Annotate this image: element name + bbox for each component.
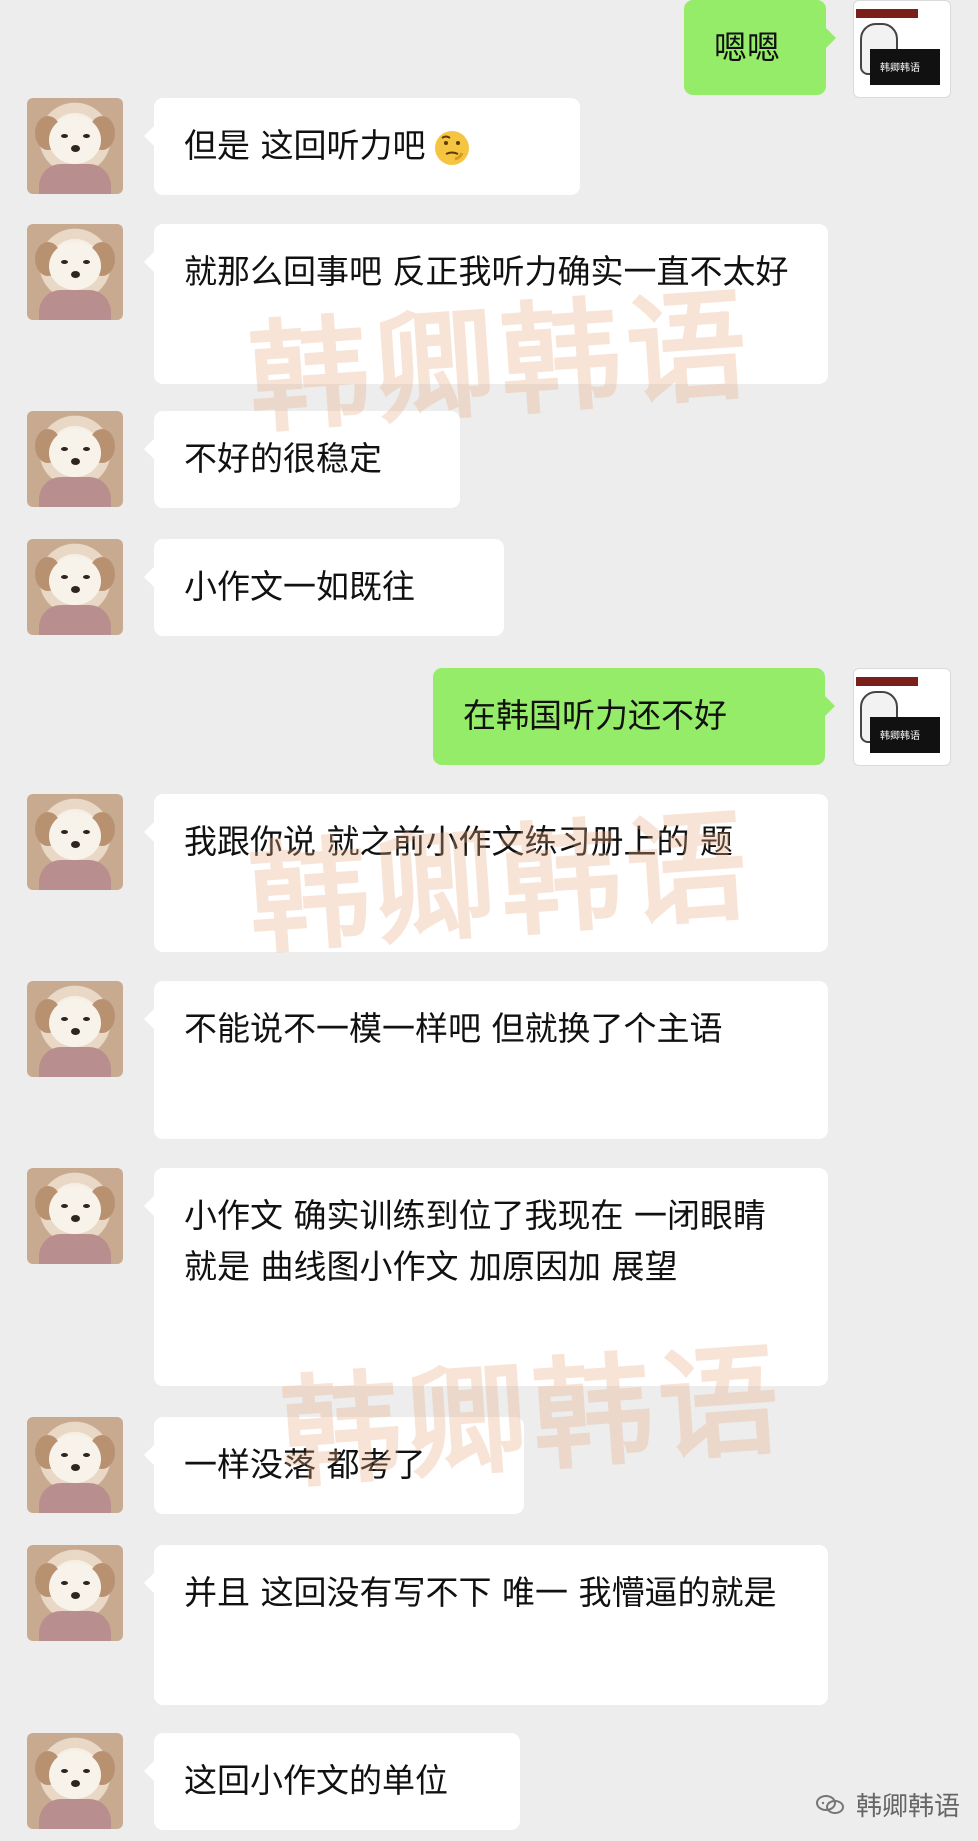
dog-nose-icon xyxy=(71,1592,80,1599)
dog-sweater-icon xyxy=(39,1799,111,1829)
message-text: 并且 这回没有写不下 唯一 我懵逼的就是 xyxy=(184,1573,777,1612)
dog-eye-icon xyxy=(61,447,68,451)
message-text: 在韩国听力还不好 xyxy=(463,696,727,735)
poster-banner xyxy=(856,677,918,686)
dog-eye-icon xyxy=(83,830,90,834)
dog-eye-icon xyxy=(61,260,68,264)
dog-nose-icon xyxy=(71,1028,80,1035)
sender-avatar[interactable]: 韩卿韩语 xyxy=(853,0,951,98)
sender-avatar[interactable]: 韩卿韩语 xyxy=(853,668,951,766)
dog-eye-icon xyxy=(83,1204,90,1208)
receiver-avatar[interactable] xyxy=(27,539,123,635)
dog-sweater-icon xyxy=(39,1611,111,1641)
dog-sweater-icon xyxy=(39,164,111,194)
message-bubble: 但是 这回听力吧 xyxy=(144,98,580,195)
dog-face-icon xyxy=(49,1751,101,1799)
dog-face-icon xyxy=(49,557,101,605)
message-bubble: 不好的很稳定 xyxy=(144,411,460,508)
message-bubble: 一样没落 都考了 xyxy=(144,1417,524,1514)
dog-face-icon xyxy=(49,999,101,1047)
receiver-avatar[interactable] xyxy=(27,224,123,320)
dog-eye-icon xyxy=(61,1453,68,1457)
dog-nose-icon xyxy=(71,145,80,152)
dog-face-icon xyxy=(49,242,101,290)
receiver-avatar[interactable] xyxy=(27,411,123,507)
dog-eye-icon xyxy=(83,1017,90,1021)
dog-nose-icon xyxy=(71,1464,80,1471)
footer-label: 韩卿韩语 xyxy=(855,1792,960,1822)
message-text: 一样没落 都考了 xyxy=(184,1445,426,1484)
message-bubble: 嗯嗯 xyxy=(684,0,836,95)
receiver-avatar[interactable] xyxy=(27,794,123,890)
message-text: 我跟你说 就之前小作文练习册上的 题 xyxy=(184,822,733,861)
dog-face-icon xyxy=(49,1435,101,1483)
receiver-avatar[interactable] xyxy=(27,1417,123,1513)
message-bubble: 在韩国听力还不好 xyxy=(433,668,835,765)
message-text: 不能说不一模一样吧 但就换了个主语 xyxy=(184,1009,723,1048)
dog-face-icon xyxy=(49,116,101,164)
poster-text: 韩卿韩语 xyxy=(880,731,920,742)
receiver-avatar[interactable] xyxy=(27,981,123,1077)
dog-face-icon xyxy=(49,1186,101,1234)
receiver-avatar[interactable] xyxy=(27,98,123,194)
dog-sweater-icon xyxy=(39,1047,111,1077)
message-text: 但是 这回听力吧 xyxy=(184,126,426,165)
dog-nose-icon xyxy=(71,1780,80,1787)
dog-sweater-icon xyxy=(39,860,111,890)
dog-eye-icon xyxy=(83,260,90,264)
dog-sweater-icon xyxy=(39,1234,111,1264)
dog-eye-icon xyxy=(61,1769,68,1773)
message-bubble: 这回小作文的单位 xyxy=(144,1733,520,1830)
receiver-avatar[interactable] xyxy=(27,1733,123,1829)
dog-eye-icon xyxy=(83,1581,90,1585)
receiver-avatar[interactable] xyxy=(27,1168,123,1264)
dog-nose-icon xyxy=(71,458,80,465)
dog-eye-icon xyxy=(61,1204,68,1208)
dog-eye-icon xyxy=(83,575,90,579)
dog-sweater-icon xyxy=(39,1483,111,1513)
dog-sweater-icon xyxy=(39,290,111,320)
dog-nose-icon xyxy=(71,271,80,278)
message-text: 小作文一如既往 xyxy=(184,567,415,606)
message-bubble: 我跟你说 就之前小作文练习册上的 题 xyxy=(144,794,828,952)
dog-face-icon xyxy=(49,429,101,477)
dog-face-icon xyxy=(49,812,101,860)
message-bubble: 就那么回事吧 反正我听力确实一直不太好 xyxy=(144,224,828,384)
message-text: 不好的很稳定 xyxy=(184,439,382,478)
dog-eye-icon xyxy=(83,447,90,451)
message-text: 这回小作文的单位 xyxy=(184,1761,448,1800)
dog-face-icon xyxy=(49,1563,101,1611)
poster-text: 韩卿韩语 xyxy=(880,63,920,74)
dog-eye-icon xyxy=(61,134,68,138)
chat-window: 韩卿韩语 嗯嗯 但是 这回听力吧 就那么回事吧 反正我听力确实一直不太好 不好的很稳定小… xyxy=(0,0,978,1841)
message-text: 小作文 确实训练到位了我现在 一闭眼睛就是 曲线图小作文 加原因加 展望 xyxy=(184,1196,766,1286)
message-bubble: 小作文一如既往 xyxy=(144,539,504,636)
thinking-face-icon xyxy=(434,130,469,165)
dog-nose-icon xyxy=(71,586,80,593)
dog-nose-icon xyxy=(71,1215,80,1222)
receiver-avatar[interactable] xyxy=(27,1545,123,1641)
dog-eye-icon xyxy=(61,575,68,579)
dog-eye-icon xyxy=(61,1017,68,1021)
message-bubble: 小作文 确实训练到位了我现在 一闭眼睛就是 曲线图小作文 加原因加 展望 xyxy=(144,1168,828,1386)
dog-nose-icon xyxy=(71,841,80,848)
dog-eye-icon xyxy=(83,1453,90,1457)
dog-eye-icon xyxy=(61,1581,68,1585)
source-credit: 韩卿韩语 xyxy=(814,1786,960,1823)
dog-eye-icon xyxy=(61,830,68,834)
dog-sweater-icon xyxy=(39,605,111,635)
message-text: 就那么回事吧 反正我听力确实一直不太好 xyxy=(184,252,789,291)
message-bubble: 不能说不一模一样吧 但就换了个主语 xyxy=(144,981,828,1139)
poster-banner xyxy=(856,9,918,18)
dog-eye-icon xyxy=(83,134,90,138)
message-text: 嗯嗯 xyxy=(714,28,780,67)
dog-eye-icon xyxy=(83,1769,90,1773)
dog-sweater-icon xyxy=(39,477,111,507)
message-bubble: 并且 这回没有写不下 唯一 我懵逼的就是 xyxy=(144,1545,828,1705)
wechat-icon xyxy=(815,1794,844,1814)
